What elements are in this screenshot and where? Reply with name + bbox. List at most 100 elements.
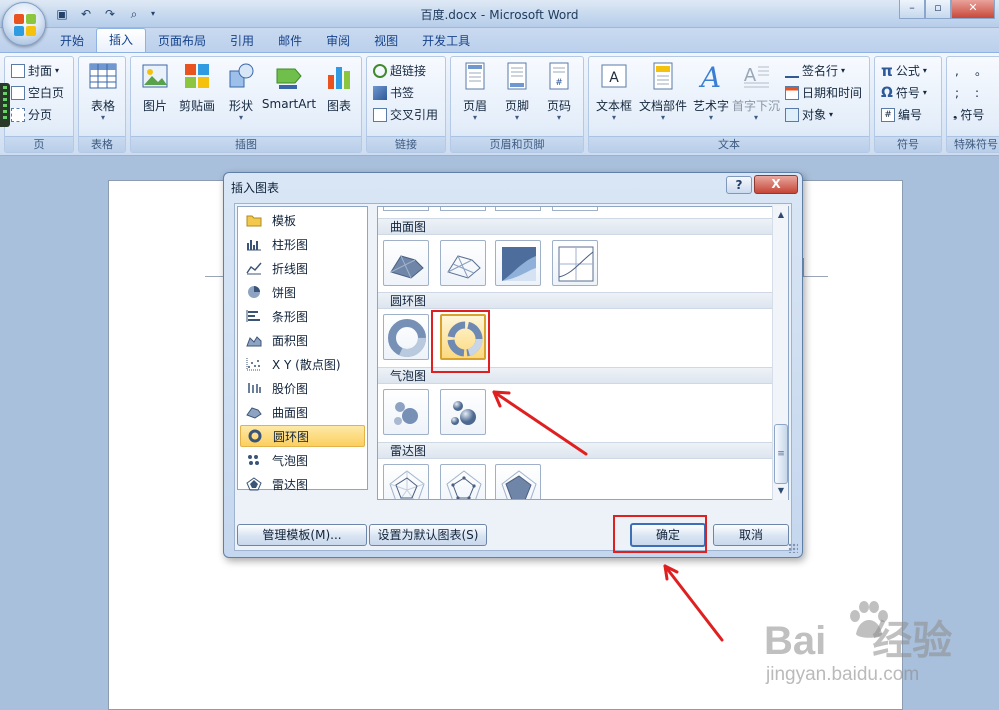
tab-references[interactable]: 引用: [218, 30, 266, 52]
category-item[interactable]: 模板: [240, 209, 365, 231]
category-item[interactable]: 曲面图: [240, 401, 365, 423]
area-chart-icon: [246, 333, 262, 347]
group-label-page: 页: [5, 136, 73, 152]
picture-button[interactable]: 图片: [133, 61, 177, 114]
category-item[interactable]: 饼图: [240, 281, 365, 303]
shapes-button[interactable]: 形状 ▾: [219, 61, 263, 122]
page-number-button[interactable]: # 页码 ▾: [537, 61, 581, 122]
chart-button[interactable]: 图表: [317, 61, 361, 114]
highlight-box-ok-button: [613, 515, 707, 553]
quick-parts-button[interactable]: 文档部件 ▾: [635, 61, 691, 122]
wordart-button[interactable]: A 艺术字 ▾: [689, 61, 733, 122]
category-item[interactable]: 折线图: [240, 257, 365, 279]
numbering-icon: #: [881, 108, 895, 122]
thumb-doughnut[interactable]: [383, 314, 429, 360]
chart-category-list[interactable]: 模板 柱形图 折线图 饼图 条形图 面积图 X Y (散点图) 股价图曲面图圆环图 气泡图 雷达图: [237, 206, 368, 492]
scroll-down-icon[interactable]: ▼: [774, 484, 788, 498]
tab-review[interactable]: 审阅: [314, 30, 362, 52]
baidu-paw-icon: [850, 601, 888, 638]
manage-templates-button[interactable]: 管理模板(M)...: [237, 524, 367, 546]
resize-grip-icon[interactable]: [788, 543, 798, 553]
thumb-3d-bubble[interactable]: [440, 389, 486, 435]
side-widget[interactable]: [0, 83, 10, 127]
clip-art-icon: [183, 61, 211, 91]
gallery-partial-thumb: [552, 207, 598, 211]
pie-chart-icon: [246, 285, 262, 299]
signature-line-button[interactable]: 签名行 ▾: [785, 61, 845, 81]
category-item[interactable]: 柱形图: [240, 233, 365, 255]
tab-mailings[interactable]: 邮件: [266, 30, 314, 52]
colon-symbol[interactable]: :: [975, 83, 979, 103]
office-button[interactable]: [2, 2, 46, 46]
object-button[interactable]: 对象 ▾: [785, 105, 833, 125]
dialog-close-button[interactable]: X: [754, 175, 798, 194]
smartart-button[interactable]: SmartArt: [261, 61, 317, 111]
dialog-help-button[interactable]: ?: [726, 176, 752, 194]
thumb-bubble[interactable]: [383, 389, 429, 435]
numbering-button[interactable]: # 编号: [881, 105, 922, 125]
category-item[interactable]: 雷达图: [240, 473, 365, 495]
cover-page-button[interactable]: 封面 ▾: [11, 61, 59, 81]
equation-button[interactable]: π 公式 ▾: [881, 61, 927, 81]
bar-chart-icon: [246, 309, 262, 323]
semicolon-symbol[interactable]: ;: [955, 83, 959, 103]
symbol-button[interactable]: Ω 符号 ▾: [881, 83, 927, 103]
section-header-doughnut: 圆环图: [378, 292, 773, 309]
category-label: 曲面图: [272, 405, 309, 420]
set-default-chart-button[interactable]: 设置为默认图表(S): [369, 524, 487, 546]
chart-icon: [325, 61, 353, 91]
thumb-3d-surface[interactable]: [383, 240, 429, 286]
window-close-button[interactable]: ✕: [951, 0, 995, 19]
scatter-chart-icon: [246, 357, 262, 371]
date-time-button[interactable]: 日期和时间: [785, 83, 862, 103]
footer-button[interactable]: 页脚 ▾: [495, 61, 539, 122]
doughnut-chart-icon: [247, 429, 263, 443]
tab-insert[interactable]: 插入: [96, 28, 147, 52]
baidu-jingyan-watermark: Bai 经验 jingyan.baidu.com: [764, 600, 994, 692]
column-chart-icon: [246, 237, 262, 251]
shapes-icon: [227, 61, 255, 91]
cancel-button[interactable]: 取消: [713, 524, 789, 546]
header-button[interactable]: 页眉 ▾: [453, 61, 497, 122]
table-button[interactable]: 表格 ▾: [81, 61, 125, 122]
surface-chart-icon: [246, 405, 262, 419]
thumb-radar-markers[interactable]: [440, 464, 486, 499]
comma-symbol[interactable]: ,: [955, 61, 959, 81]
bubble-chart-icon: [246, 453, 262, 467]
category-item[interactable]: X Y (散点图): [240, 353, 365, 375]
window-controls: – ▫ ✕: [899, 0, 995, 19]
clip-art-button[interactable]: 剪贴画: [175, 61, 219, 114]
hyperlink-button[interactable]: 超链接: [373, 61, 426, 81]
tab-view[interactable]: 视图: [362, 30, 410, 52]
thumb-wireframe-surface[interactable]: [440, 240, 486, 286]
tab-developer[interactable]: 开发工具: [410, 30, 482, 52]
cross-reference-button[interactable]: 交叉引用: [373, 105, 438, 125]
category-item[interactable]: 面积图: [240, 329, 365, 351]
svg-text:A: A: [698, 61, 721, 91]
folder-icon: [246, 213, 262, 227]
category-item[interactable]: 气泡图: [240, 449, 365, 471]
thumb-wireframe-contour[interactable]: [552, 240, 598, 286]
maximize-button[interactable]: ▫: [925, 0, 951, 19]
svg-text:#: #: [555, 78, 563, 88]
text-box-button[interactable]: A 文本框 ▾: [591, 61, 637, 122]
bookmark-button[interactable]: 书签: [373, 83, 414, 103]
group-label-table: 表格: [79, 136, 125, 152]
category-item[interactable]: 圆环图: [240, 425, 365, 447]
thumb-filled-radar[interactable]: [495, 464, 541, 499]
tab-page-layout[interactable]: 页面布局: [146, 30, 218, 52]
thumb-contour[interactable]: [495, 240, 541, 286]
period-symbol[interactable]: 。: [975, 61, 987, 81]
gallery-scrollbar[interactable]: ▲ ≡ ▼: [772, 206, 788, 500]
group-label-text: 文本: [589, 136, 869, 152]
special-symbol-button[interactable]: ❟ 符号: [953, 105, 984, 125]
scroll-up-icon[interactable]: ▲: [774, 208, 788, 222]
minimize-button[interactable]: –: [899, 0, 925, 19]
category-item[interactable]: 股价图: [240, 377, 365, 399]
thumb-radar[interactable]: [383, 464, 429, 499]
scroll-thumb[interactable]: ≡: [774, 424, 788, 484]
page-break-button[interactable]: 分页: [11, 105, 52, 125]
tab-home[interactable]: 开始: [48, 30, 96, 52]
blank-page-button[interactable]: 空白页: [11, 83, 64, 103]
category-item[interactable]: 条形图: [240, 305, 365, 327]
